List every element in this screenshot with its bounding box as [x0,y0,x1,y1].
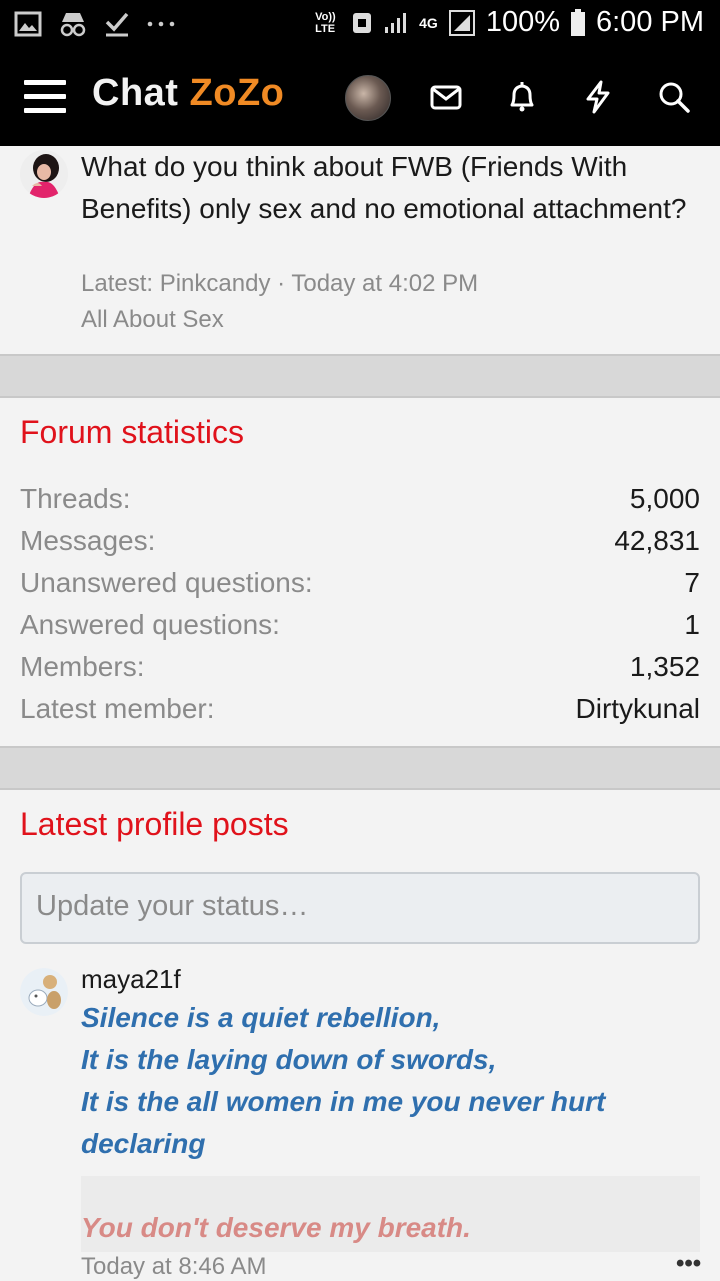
search-icon[interactable] [656,79,692,115]
network-type: 4G [419,14,438,31]
section-divider [0,746,720,790]
data-sync-icon [353,12,372,33]
post-text-line: It is the all women in me you never hurt [81,1086,606,1117]
stat-row: Members: 1,352 [20,651,700,693]
image-icon [14,11,42,37]
post-text-line: declaring [81,1128,206,1159]
battery-percent: 100% [485,6,560,38]
stat-row: Answered questions: 1 [20,609,700,651]
stat-value: 42,831 [614,525,700,556]
post-quote-text: You don't deserve my breath. [81,1212,471,1243]
post-text-line: Silence is a quiet rebellion, [81,1002,441,1033]
thread-forum-link[interactable]: All About Sex [81,306,224,334]
stat-value: 7 [684,567,700,598]
stat-row: Latest member: Dirtykunal [20,693,700,735]
profile-posts-title: Latest profile posts [20,806,289,842]
stat-value: 1,352 [629,651,700,682]
menu-icon[interactable] [24,80,66,116]
app-header: Chat ZoZo [0,50,720,146]
signal-icon [385,12,407,33]
stat-row: Threads: 5,000 [20,483,700,525]
user-avatar[interactable] [345,75,391,121]
stat-row: Messages: 42,831 [20,525,700,567]
lightning-icon[interactable] [580,79,616,115]
post-timestamp[interactable]: Today at 8:46 AM [81,1253,266,1281]
update-status-input[interactable]: Update your status… [20,872,700,944]
stat-value: 1 [684,609,700,640]
stat-label: Unanswered questions: [20,567,313,598]
clock: 6:00 PM [596,6,704,38]
thread-latest-meta[interactable]: Latest: Pinkcandy · Today at 4:02 PM [81,270,478,298]
section-divider [0,354,720,398]
stat-value: 5,000 [629,483,700,514]
stat-label: Threads: [20,483,131,514]
signal-box-icon [448,9,475,36]
logo-text-zozo: ZoZo [189,72,285,114]
more-dots-icon [147,21,175,27]
thread-title-link[interactable]: What do you think about FWB (Friends Wit… [81,146,701,230]
post-more-menu-icon[interactable]: ••• [676,1250,701,1278]
battery-icon [571,8,585,36]
latest-thread-item[interactable]: What do you think about FWB (Friends Wit… [0,146,720,354]
stat-label: Answered questions: [20,609,280,640]
stat-label: Members: [20,651,145,682]
stat-row: Unanswered questions: 7 [20,567,700,609]
status-left-icons [14,10,176,38]
post-text-line: It is the laying down of swords, [81,1044,497,1075]
latest-member-link[interactable]: Dirtykunal [576,693,700,725]
thread-author-avatar[interactable] [20,150,68,198]
stat-label: Latest member: [20,693,215,724]
post-author-avatar[interactable] [20,968,68,1016]
logo-text-chat: Chat [92,72,179,114]
checkmark-icon [105,12,129,37]
stat-label: Messages: [20,525,156,556]
status-bar: Vo)) LTE 4G 100% 6:00 PM [0,0,720,50]
post-username-link[interactable]: maya21f [81,964,181,995]
bell-icon[interactable] [504,79,540,115]
volte-indicator: Vo)) LTE [315,10,336,35]
status-right: Vo)) LTE 4G 100% 6:00 PM [315,6,704,39]
mail-icon[interactable] [428,79,464,115]
forum-statistics-title: Forum statistics [20,414,245,450]
site-logo[interactable]: Chat ZoZo [92,72,284,115]
forum-statistics-block: Forum statistics Threads: 5,000 Messages… [0,398,720,746]
incognito-icon [60,13,86,37]
